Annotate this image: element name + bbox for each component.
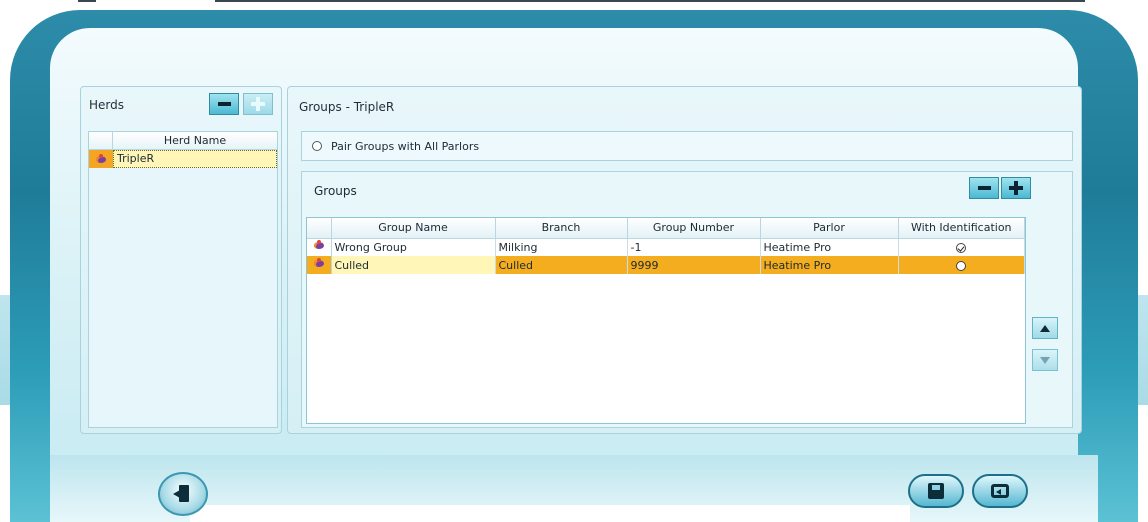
back-button[interactable] <box>972 474 1028 508</box>
minus-icon <box>977 186 991 190</box>
herds-title: Herds <box>89 98 124 112</box>
branch-cell[interactable]: Culled <box>495 256 628 274</box>
groups-section: Groups Group Name Branch Group Number Pa… <box>301 171 1073 428</box>
back-return-icon <box>991 484 1009 498</box>
unchecked-circle-icon[interactable] <box>956 260 967 271</box>
top-edge-line <box>215 0 1085 2</box>
table-row[interactable]: TripleR <box>89 150 277 168</box>
herds-panel: Herds Herd Name TripleR <box>80 86 282 434</box>
checked-circle-icon[interactable] <box>956 242 967 253</box>
parlor-cell[interactable]: Heatime Pro <box>760 256 899 274</box>
with-identification-cell[interactable] <box>898 256 1025 274</box>
row-header[interactable] <box>307 256 332 274</box>
branch-cell[interactable]: Milking <box>495 238 628 256</box>
group-number-cell[interactable]: -1 <box>627 238 761 256</box>
cow-icon <box>313 258 325 269</box>
row-header-corner <box>89 132 113 149</box>
exit-door-icon <box>173 484 193 504</box>
cow-icon <box>95 153 107 165</box>
herd-name-cell[interactable]: TripleR <box>113 150 277 168</box>
column-header-branch[interactable]: Branch <box>495 218 628 239</box>
groups-panel-title: Groups - TripleR <box>299 100 395 114</box>
row-header[interactable] <box>307 238 332 256</box>
groups-grid-header: Group Name Branch Group Number Parlor Wi… <box>307 218 1025 239</box>
groups-panel: Groups - TripleR Pair Groups with All Pa… <box>287 86 1082 434</box>
plus-icon <box>251 97 265 111</box>
save-floppy-icon <box>928 483 944 499</box>
table-row[interactable]: Culled Culled 9999 Heatime Pro <box>307 256 1025 274</box>
column-header-group-number[interactable]: Group Number <box>627 218 761 239</box>
remove-herd-button[interactable] <box>209 93 239 115</box>
move-down-button[interactable] <box>1032 349 1058 371</box>
table-row[interactable]: Wrong Group Milking -1 Heatime Pro <box>307 238 1025 256</box>
groups-grid: Group Name Branch Group Number Parlor Wi… <box>306 217 1026 424</box>
plus-icon <box>1009 181 1023 195</box>
pair-groups-box: Pair Groups with All Parlors <box>301 131 1073 161</box>
pair-groups-label[interactable]: Pair Groups with All Parlors <box>331 140 479 153</box>
group-name-cell[interactable]: Wrong Group <box>331 238 496 256</box>
add-group-button[interactable] <box>1001 177 1031 199</box>
arrow-up-icon <box>1040 324 1050 332</box>
group-name-cell[interactable]: Culled <box>331 256 496 274</box>
minus-icon <box>217 102 231 106</box>
move-up-button[interactable] <box>1032 317 1058 339</box>
arrow-down-icon <box>1040 356 1050 364</box>
save-button[interactable] <box>908 474 964 508</box>
column-header-with-identification[interactable]: With Identification <box>898 218 1025 239</box>
add-herd-button[interactable] <box>243 93 273 115</box>
column-header-parlor[interactable]: Parlor <box>760 218 899 239</box>
top-edge-mark <box>78 0 96 2</box>
row-header[interactable] <box>89 150 113 168</box>
column-header-herd-name[interactable]: Herd Name <box>113 132 277 149</box>
group-number-cell[interactable]: 9999 <box>627 256 761 274</box>
bottom-bar <box>190 505 910 522</box>
herd-table-header: Herd Name <box>89 132 277 150</box>
row-header-corner <box>307 218 332 239</box>
exit-button[interactable] <box>158 472 208 516</box>
parlor-cell[interactable]: Heatime Pro <box>760 238 899 256</box>
with-identification-cell[interactable] <box>898 238 1025 256</box>
pair-groups-radio[interactable] <box>312 141 322 151</box>
column-header-group-name[interactable]: Group Name <box>331 218 496 239</box>
groups-title: Groups <box>314 184 357 198</box>
remove-group-button[interactable] <box>969 177 999 199</box>
cow-icon <box>313 240 325 251</box>
herd-table: Herd Name TripleR <box>88 131 278 428</box>
